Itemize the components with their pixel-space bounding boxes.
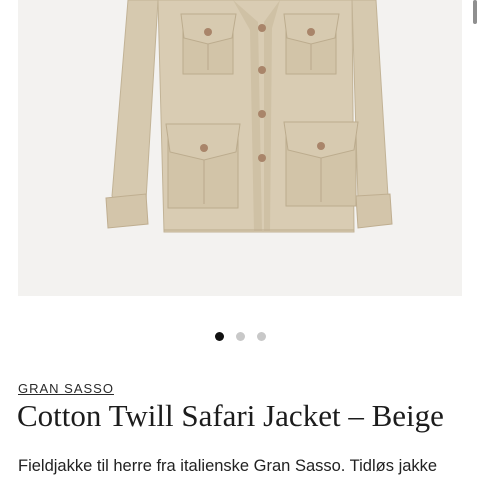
carousel-indicator <box>0 332 480 342</box>
product-description: Fieldjakke til herre fra italienske Gran… <box>18 457 438 475</box>
scrollbar[interactable] <box>473 0 477 24</box>
carousel-dot-2[interactable] <box>235 332 245 341</box>
product-title: Cotton Twill Safari Jacket – Beige <box>17 398 444 433</box>
product-image[interactable] <box>18 0 462 296</box>
carousel-dot-3[interactable] <box>256 332 266 341</box>
brand-link[interactable]: GRAN SASSO <box>18 381 114 396</box>
carousel-dot-1[interactable] <box>214 332 224 341</box>
jacket-photo <box>105 0 393 233</box>
